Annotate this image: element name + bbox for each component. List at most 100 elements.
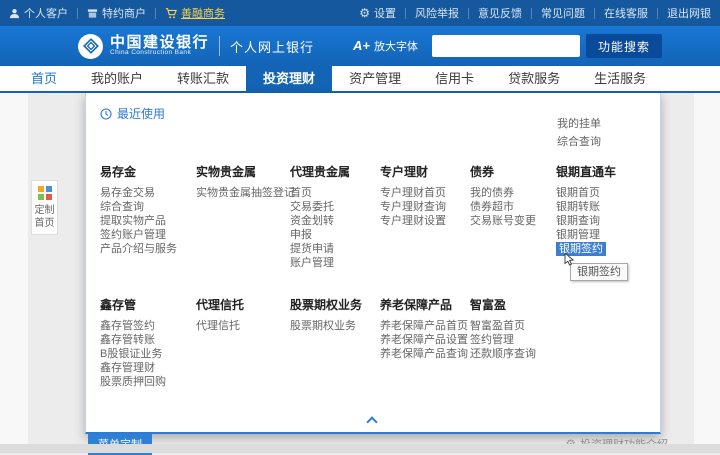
- menu-link[interactable]: 银期管理: [556, 228, 600, 242]
- menu-link[interactable]: 综合查询: [557, 133, 601, 151]
- menu-grid: 易存金 易存金交易 综合查询 提取实物产品 签约账户管理 产品介绍与服务 实物贵…: [100, 163, 656, 389]
- collapse-menu-chevron-icon[interactable]: [366, 416, 377, 427]
- menu-link[interactable]: 银期首页: [556, 186, 600, 200]
- risk-report-link[interactable]: 风险举报: [406, 0, 468, 26]
- faq-link[interactable]: 常见问题: [532, 0, 594, 26]
- menu-link[interactable]: 养老保障产品首页: [380, 319, 468, 333]
- menu-link[interactable]: 专户理财查询: [380, 200, 446, 214]
- menu-link[interactable]: 综合查询: [100, 200, 144, 214]
- bank-logo: [78, 34, 103, 59]
- menu-link[interactable]: 鑫存管理财: [100, 361, 155, 375]
- menu-link[interactable]: 交易账号变更: [470, 214, 536, 228]
- logout-link[interactable]: 退出网银: [658, 0, 720, 26]
- menu-group-yicunjin: 易存金 易存金交易 综合查询 提取实物产品 签约账户管理 产品介绍与服务: [100, 163, 196, 270]
- menu-link[interactable]: 我的债券: [470, 186, 514, 200]
- risk-report-label: 风险举报: [415, 5, 459, 21]
- nav-home[interactable]: 首页: [14, 66, 74, 91]
- menu-link[interactable]: 资金划转: [290, 214, 334, 228]
- customize-home-tab[interactable]: 定制 首页: [31, 180, 58, 235]
- menu-link[interactable]: 股票期权业务: [290, 319, 356, 333]
- menu-link[interactable]: 银期转账: [556, 200, 600, 214]
- page-margin-right: [694, 93, 720, 444]
- menu-group-zhuanhulicai: 专户理财 专户理财首页 专户理财查询 专户理财设置: [380, 163, 470, 270]
- header: 中国建设银行 China Construction Bank 个人网上银行 A+…: [0, 26, 720, 66]
- customize-home-label-2: 首页: [34, 217, 55, 230]
- online-service-link[interactable]: 在线客服: [595, 0, 657, 26]
- faq-label: 常见问题: [541, 5, 585, 21]
- menu-group-zhaiquan: 债券 我的债券 债券超市 交易账号变更: [470, 163, 556, 270]
- bank-name-en: China Construction Bank: [110, 50, 209, 57]
- menu-link[interactable]: 专户理财首页: [380, 186, 446, 200]
- menu-group-dailiguijinshu: 代理贵金属 首页 交易委托 资金划转 申报 提货申请 账户管理: [290, 163, 380, 270]
- nav-asset-management[interactable]: 资产管理: [332, 66, 418, 91]
- menu-link[interactable]: 养老保障产品查询: [380, 347, 468, 361]
- nav-transfer[interactable]: 转账汇款: [160, 66, 246, 91]
- menu-link[interactable]: 鑫存管签约: [100, 319, 155, 333]
- commerce-link[interactable]: 善融商务: [156, 0, 234, 26]
- bank-name: 中国建设银行 China Construction Bank: [110, 35, 209, 58]
- menu-link[interactable]: 产品介绍与服务: [100, 242, 177, 256]
- menu-link[interactable]: 申报: [290, 228, 312, 242]
- nav-life-service[interactable]: 生活服务: [577, 66, 663, 91]
- colored-grid-icon: [38, 186, 52, 200]
- menu-group-gupiaoqiquan: 股票期权业务 股票期权业务: [290, 296, 380, 389]
- menu-group-yinqizhitongche: 银期直通车 银期首页 银期转账 银期查询 银期管理 银期签约 银期签约: [556, 163, 656, 270]
- store-icon: [87, 8, 98, 19]
- primary-nav: 首页 我的账户 转账汇款 投资理财 资产管理 信用卡 贷款服务 生活服务: [0, 66, 720, 93]
- menu-link[interactable]: 账户管理: [290, 256, 334, 270]
- feedback-label: 意见反馈: [478, 5, 522, 21]
- menu-link[interactable]: 鑫存管转账: [100, 333, 155, 347]
- drag-tooltip: 银期签约: [570, 263, 628, 281]
- merchant-link[interactable]: 特约商户: [78, 0, 155, 26]
- menu-link[interactable]: 银期查询: [556, 214, 600, 228]
- online-service-label: 在线客服: [604, 5, 648, 21]
- nav-my-account[interactable]: 我的账户: [74, 66, 160, 91]
- menu-group-title: 债券: [470, 163, 556, 180]
- settings-label: 设置: [374, 5, 396, 21]
- function-search-button[interactable]: 功能搜索: [586, 34, 662, 58]
- menu-link[interactable]: 股票质押回购: [100, 375, 166, 389]
- menu-link[interactable]: 签约账户管理: [100, 228, 166, 242]
- menu-group-zhifuying: 智富盈 智富盈首页 签约管理 还款顺序查询: [470, 296, 556, 389]
- nav-loan-service[interactable]: 贷款服务: [491, 66, 577, 91]
- user-icon: [9, 8, 20, 19]
- personal-customer-label: 个人客户: [24, 5, 68, 21]
- menu-group-title: 智富盈: [470, 296, 556, 313]
- menu-group-title: 实物贵金属: [196, 163, 290, 180]
- investment-mega-menu: 最近使用 我的挂单 综合查询 易存金 易存金交易 综合查询 提取实物产品 签约账…: [85, 93, 661, 434]
- menu-group-yanglaobaozhang: 养老保障产品 养老保障产品首页 养老保障产品设置 养老保障产品查询: [380, 296, 470, 389]
- menu-link[interactable]: 提货申请: [290, 242, 334, 256]
- commerce-label: 善融商务: [181, 5, 225, 21]
- bank-name-cn: 中国建设银行: [110, 35, 209, 51]
- logout-label: 退出网银: [667, 5, 711, 21]
- menu-link[interactable]: 交易委托: [290, 200, 334, 214]
- menu-link[interactable]: 养老保障产品设置: [380, 333, 468, 347]
- font-zoom-button[interactable]: A+ 放大字体: [353, 38, 418, 54]
- clock-icon: [100, 108, 112, 120]
- menu-link[interactable]: 代理信托: [196, 319, 240, 333]
- menu-link[interactable]: 债券超市: [470, 200, 514, 214]
- menu-group-title: 鑫存管: [100, 296, 196, 313]
- menu-link[interactable]: 专户理财设置: [380, 214, 446, 228]
- menu-link[interactable]: 首页: [290, 186, 312, 200]
- menu-link[interactable]: 实物贵金属抽签登记: [196, 186, 295, 200]
- menu-group-title: 养老保障产品: [380, 296, 470, 313]
- menu-link[interactable]: 我的挂单: [557, 115, 601, 133]
- menu-link[interactable]: 提取实物产品: [100, 214, 166, 228]
- search-box: [432, 35, 580, 57]
- font-zoom-icon: A+: [353, 38, 370, 53]
- menu-link[interactable]: 易存金交易: [100, 186, 155, 200]
- search-input[interactable]: [432, 35, 586, 57]
- nav-investment[interactable]: 投资理财: [246, 66, 332, 91]
- nav-credit-card[interactable]: 信用卡: [418, 66, 491, 91]
- recent-used-header: 最近使用: [100, 105, 165, 122]
- menu-link[interactable]: 还款顺序查询: [470, 347, 536, 361]
- mouse-cursor-icon: [564, 253, 575, 266]
- feedback-link[interactable]: 意见反馈: [469, 0, 531, 26]
- settings-link[interactable]: ⚙ 设置: [350, 0, 405, 26]
- menu-link[interactable]: 签约管理: [470, 333, 514, 347]
- menu-link[interactable]: 智富盈首页: [470, 319, 525, 333]
- font-zoom-label: 放大字体: [374, 38, 418, 54]
- personal-customer-link[interactable]: 个人客户: [0, 0, 77, 26]
- menu-link[interactable]: B股银证业务: [100, 347, 162, 361]
